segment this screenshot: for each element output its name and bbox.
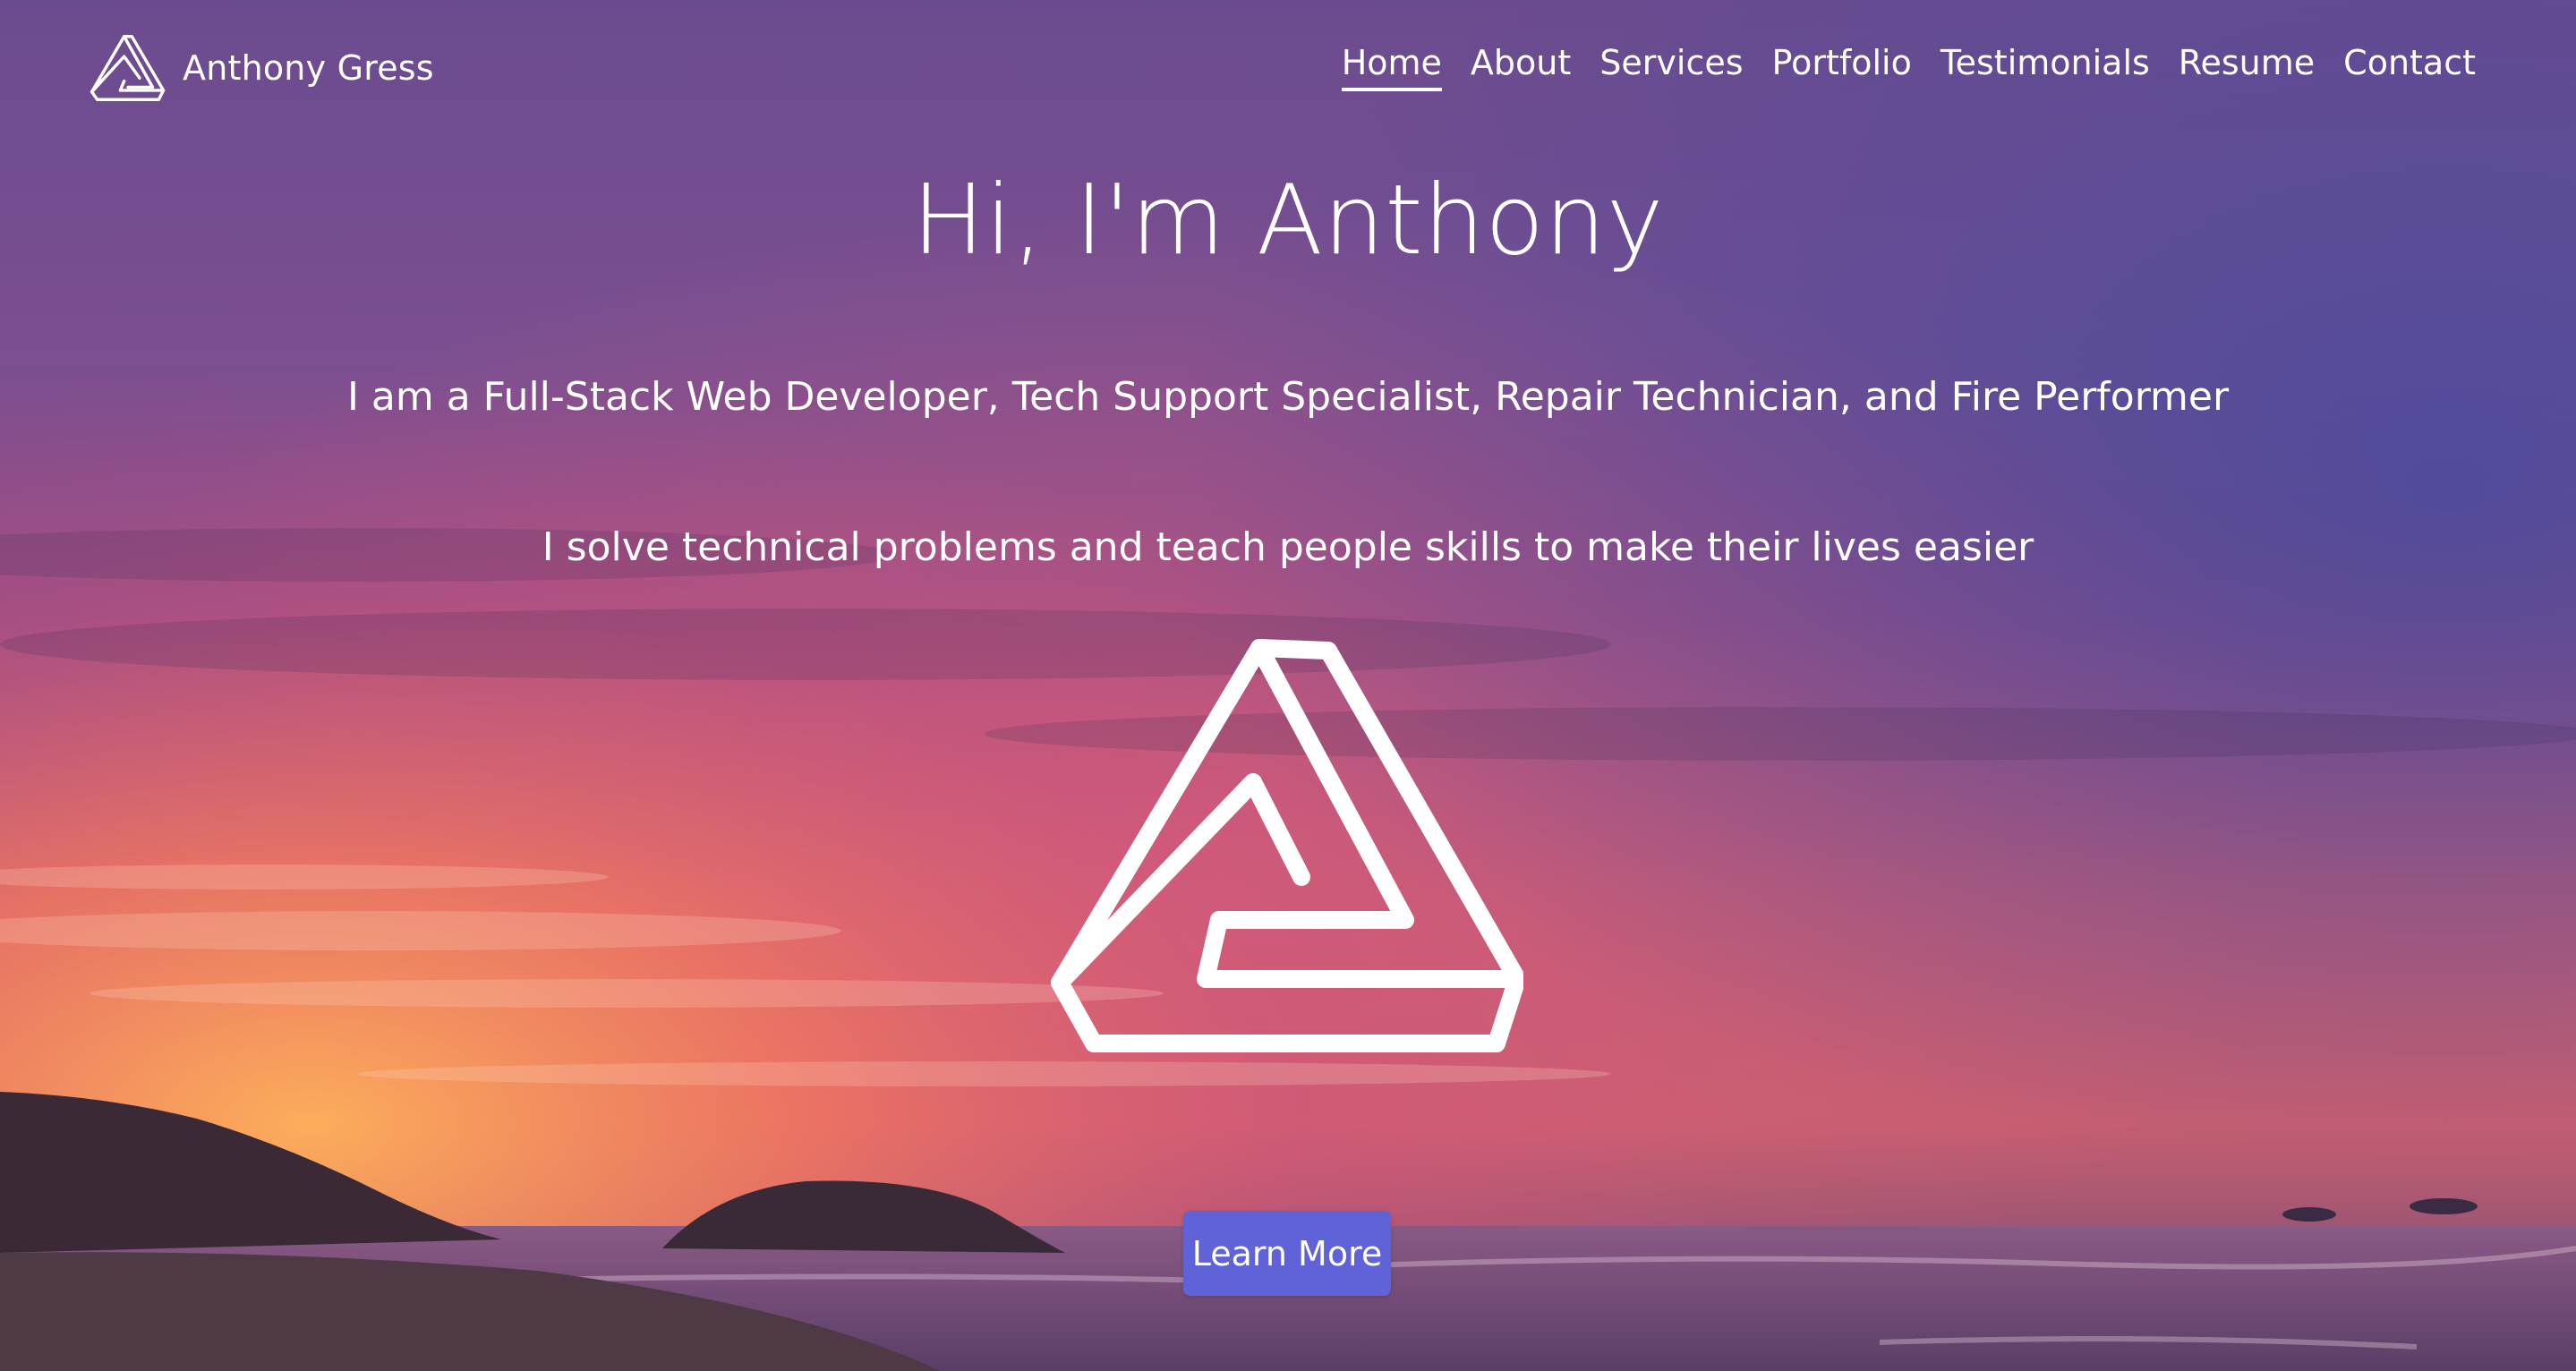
nav-item-about[interactable]: About bbox=[1471, 43, 1571, 91]
penrose-triangle-icon bbox=[1051, 639, 1523, 1052]
hero-subtitle-roles: I am a Full-Stack Web Developer, Tech Su… bbox=[346, 374, 2230, 420]
brand[interactable]: Anthony Gress bbox=[90, 32, 434, 104]
hero-subtitle-mission: I solve technical problems and teach peo… bbox=[542, 524, 2034, 570]
brand-name: Anthony Gress bbox=[183, 48, 434, 88]
penrose-triangle-icon bbox=[90, 35, 166, 101]
nav-item-testimonials[interactable]: Testimonials bbox=[1941, 43, 2150, 91]
nav-item-portfolio[interactable]: Portfolio bbox=[1772, 43, 1912, 91]
main-nav: Home About Services Portfolio Testimonia… bbox=[1341, 43, 2476, 91]
nav-item-home[interactable]: Home bbox=[1341, 43, 1442, 91]
nav-item-services[interactable]: Services bbox=[1599, 43, 1743, 91]
nav-item-resume[interactable]: Resume bbox=[2179, 43, 2315, 91]
hero-title: Hi, I'm Anthony bbox=[911, 165, 1665, 277]
learn-more-button[interactable]: Learn More bbox=[1183, 1211, 1391, 1296]
hero-section: Anthony Gress Home About Services Portfo… bbox=[0, 0, 2576, 1371]
nav-item-contact[interactable]: Contact bbox=[2343, 43, 2476, 91]
